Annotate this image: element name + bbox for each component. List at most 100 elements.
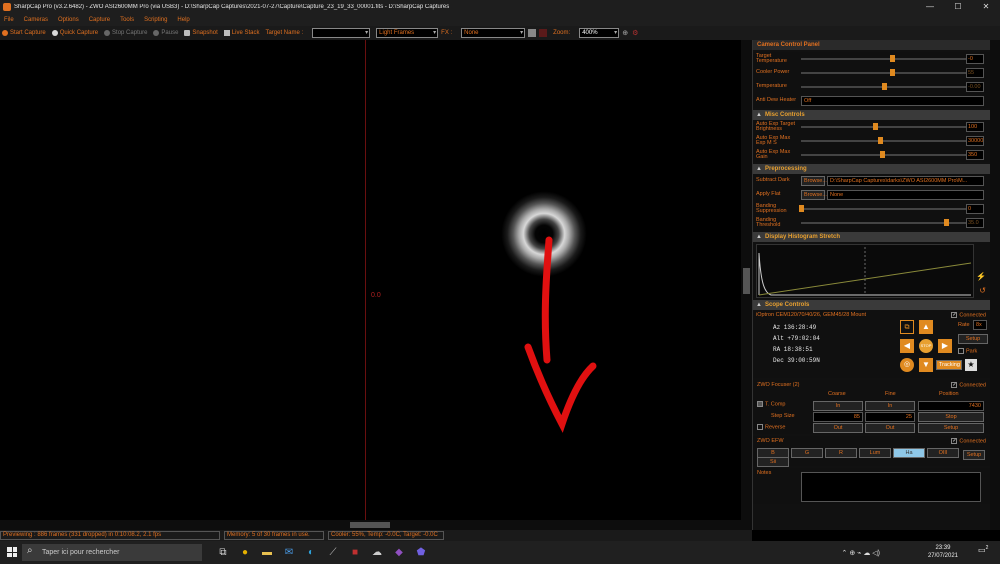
park-check[interactable] (958, 348, 964, 354)
target-temperature-slider[interactable] (801, 55, 966, 62)
focuser-position-value[interactable]: 7430 (918, 401, 984, 411)
banding-suppression-slider[interactable] (799, 205, 966, 212)
chrome-icon[interactable]: ● (234, 544, 256, 561)
snapshot-button[interactable]: Snapshot (184, 30, 218, 36)
preprocessing-header[interactable]: Preprocessing (753, 164, 1000, 174)
purple-app-icon[interactable]: ◆ (388, 544, 410, 561)
menu-capture[interactable]: Capture (89, 17, 110, 23)
scope-connected-check[interactable]: ✓ (951, 312, 958, 318)
stop-button[interactable]: STOP (919, 339, 933, 353)
focuser-connected-checkbox[interactable]: ✓ Connected (951, 382, 986, 388)
auto-exp-brightness-knob[interactable] (873, 123, 879, 130)
efw-setup-button[interactable]: Setup (963, 450, 985, 460)
target-temperature-value[interactable]: -0 (966, 54, 984, 64)
filter-oiii-button[interactable]: OIII (927, 448, 959, 458)
filter-lum-button[interactable]: Lum (859, 448, 891, 458)
tray-icons[interactable]: ⌃ ⊕ ⌁ ☁ ◁) (842, 549, 880, 557)
panel-vertical-scrollbar[interactable] (990, 40, 1000, 530)
telescope-app-icon[interactable]: ⟋ (322, 544, 344, 561)
anti-dew-select[interactable]: Off (801, 96, 984, 106)
step-coarse-input[interactable]: 85 (813, 412, 863, 422)
menu-cameras[interactable]: Cameras (24, 17, 48, 23)
auto-exp-max-gain-knob[interactable] (879, 151, 885, 158)
sharpcap-taskbar-icon[interactable]: ■ (344, 544, 366, 561)
frame-type-select[interactable]: Light Frames (376, 28, 439, 38)
zoom-in-icon[interactable]: ⊕ (622, 29, 628, 37)
notes-textarea[interactable] (801, 472, 981, 502)
star-icon[interactable]: ★ (965, 359, 977, 371)
tracking-button[interactable]: Tracking (936, 360, 962, 370)
viewport-hscroll-thumb[interactable] (350, 522, 390, 528)
menu-options[interactable]: Options (58, 17, 79, 23)
filter-sii-button[interactable]: Sii (757, 457, 789, 467)
cooler-power-slider[interactable] (801, 69, 966, 76)
menu-tools[interactable]: Tools (120, 17, 134, 23)
focuser-coarse-in-button[interactable]: In (813, 401, 863, 411)
temperature-slider[interactable] (801, 83, 966, 90)
focuser-stop-button[interactable]: Stop (918, 412, 984, 422)
mail-icon[interactable]: ✉ (278, 544, 300, 561)
auto-exp-max-exp-knob[interactable] (878, 137, 884, 144)
menu-help[interactable]: Help (177, 17, 189, 23)
viewport-vscroll-thumb[interactable] (743, 268, 750, 294)
settings-icon[interactable]: ⚙ (632, 29, 638, 37)
step-fine-input[interactable]: 25 (865, 412, 915, 422)
cooler-power-knob[interactable] (889, 69, 895, 76)
scope-setup-button[interactable]: Setup (958, 334, 988, 344)
histogram-header[interactable]: Display Histogram Stretch (753, 232, 1000, 242)
menu-file[interactable]: File (4, 17, 14, 23)
zoom-select[interactable]: 400% (579, 28, 620, 38)
banding-suppression-knob[interactable] (799, 205, 804, 212)
histogram-plot[interactable] (756, 244, 974, 298)
west-arrow-button[interactable]: ◀ (900, 339, 914, 353)
home-icon[interactable]: ◎ (900, 358, 914, 372)
efw-connected-check[interactable]: ✓ (951, 438, 958, 444)
histogram-auto-stretch-icon[interactable]: ⚡ (976, 272, 986, 281)
quick-capture-button[interactable]: Quick Capture (51, 30, 98, 36)
filter-r-button[interactable]: R (825, 448, 857, 458)
auto-exp-brightness-value[interactable]: 100 (966, 122, 984, 132)
reverse-check[interactable] (757, 424, 763, 430)
filter-g-button[interactable]: G (791, 448, 823, 458)
apply-flat-select[interactable]: None (827, 190, 984, 200)
maximize-button[interactable]: ☐ (944, 0, 972, 14)
notification-icon[interactable]: ▭2 (978, 545, 992, 559)
east-arrow-button[interactable]: ▶ (938, 339, 952, 353)
shield-app-icon[interactable]: ⬟ (410, 544, 432, 561)
image-viewport[interactable]: 0.0 (0, 40, 752, 520)
banding-threshold-slider[interactable] (801, 219, 966, 226)
grid-toggle-icon[interactable] (528, 29, 537, 37)
reverse-checkbox[interactable]: Reverse (757, 424, 785, 430)
auto-exp-max-gain-value[interactable]: 350 (966, 150, 984, 160)
focuser-setup-button[interactable]: Setup (918, 423, 984, 433)
banding-suppression-value[interactable]: 0 (966, 204, 984, 214)
auto-exp-max-exp-slider[interactable] (801, 137, 966, 144)
efw-connected-checkbox[interactable]: ✓ Connected (951, 438, 986, 444)
viewport-vertical-scrollbar[interactable] (741, 40, 752, 520)
t-comp-check[interactable] (757, 401, 763, 407)
live-stack-button[interactable]: Live Stack (223, 30, 259, 36)
temperature-knob[interactable] (881, 83, 887, 90)
target-name-input[interactable] (312, 28, 371, 38)
auto-exp-max-exp-value[interactable]: 30000 (966, 136, 984, 146)
file-explorer-icon[interactable]: ▬ (256, 544, 278, 561)
pause-button[interactable]: Pause (153, 30, 178, 36)
south-arrow-button[interactable]: ▼ (919, 358, 933, 372)
stop-capture-button[interactable]: Stop Capture (104, 30, 147, 36)
auto-exp-max-gain-slider[interactable] (801, 151, 966, 158)
windows-start-icon[interactable] (7, 547, 17, 557)
subtract-dark-browse-button[interactable]: Browse... (801, 176, 827, 186)
t-comp-checkbox[interactable]: T. Comp (757, 401, 785, 407)
focuser-fine-in-button[interactable]: In (865, 401, 915, 411)
north-arrow-button[interactable]: ▲ (919, 320, 933, 334)
filter-ha-button[interactable]: Ha (893, 448, 925, 458)
edge-icon[interactable]: ◐ (300, 544, 322, 561)
taskbar-clock[interactable]: 23:39 27/07/2021 (928, 544, 958, 560)
taskbar-search-box[interactable]: Taper ici pour rechercher (22, 544, 202, 561)
rate-select[interactable]: 8x (973, 320, 987, 330)
viewport-horizontal-scrollbar[interactable] (0, 520, 752, 530)
weather-app-icon[interactable]: ☁ (366, 544, 388, 561)
target-temperature-knob[interactable] (889, 55, 895, 62)
auto-exp-brightness-slider[interactable] (801, 123, 966, 130)
scope-controls-header[interactable]: Scope Controls (753, 300, 1000, 310)
